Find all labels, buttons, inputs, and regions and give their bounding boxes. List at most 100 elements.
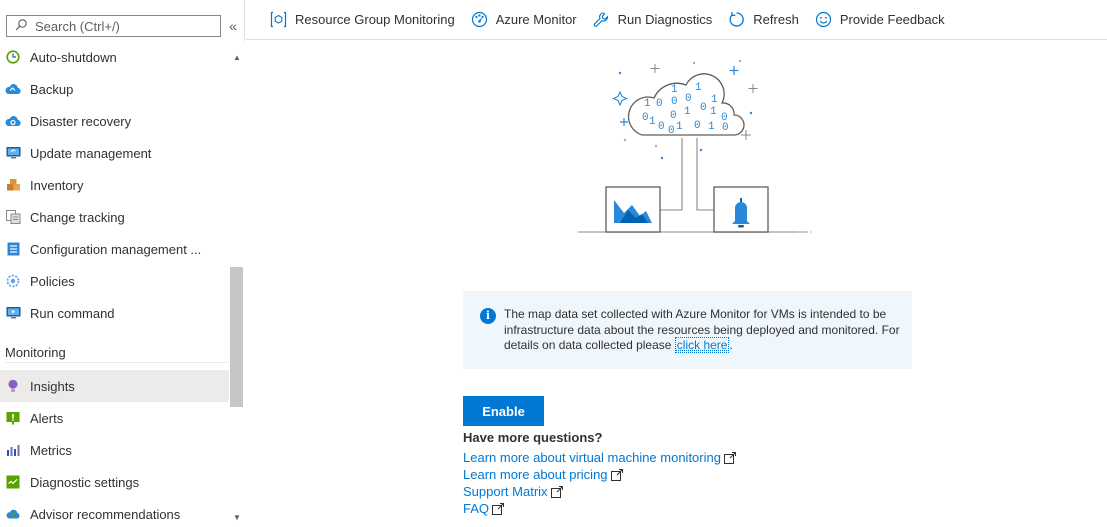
menu-item-metrics[interactable]: Metrics — [0, 434, 229, 466]
support-matrix-link[interactable]: Support Matrix — [463, 484, 563, 499]
menu-item-inventory[interactable]: Inventory — [0, 169, 229, 201]
menu-list: Auto-shutdown Backup Disaster recovery U… — [0, 41, 229, 527]
cloud-monitoring-illustration: 1 1 0 0 1 1 0 1 0 1 0 1 0 0 1 0 1 0 0 0 — [578, 59, 812, 233]
refresh-icon — [728, 11, 745, 28]
section-header-monitoring: Monitoring — [5, 345, 66, 360]
metrics-bar-icon — [5, 442, 21, 458]
menu-item-update-management[interactable]: Update management — [0, 137, 229, 169]
menu-item-change-tracking[interactable]: Change tracking — [0, 201, 229, 233]
svg-text:1: 1 — [649, 116, 656, 128]
external-link-icon — [610, 468, 623, 481]
scrollbar-thumb[interactable] — [230, 267, 243, 407]
change-tracking-icon — [5, 209, 21, 225]
policies-gear-icon — [5, 273, 21, 289]
menu-item-label: Update management — [30, 145, 152, 161]
wrench-icon — [593, 11, 610, 28]
run-command-icon — [5, 305, 21, 321]
menu-item-label: Run command — [30, 305, 115, 321]
menu-item-configuration-management[interactable]: Configuration management ... — [0, 233, 229, 265]
info-banner: i The map data set collected with Azure … — [463, 291, 912, 369]
menu-item-label: Disaster recovery — [30, 113, 132, 129]
resource-group-icon — [270, 11, 287, 28]
menu-item-label: Backup — [30, 81, 74, 97]
link-text: Learn more about virtual machine monitor… — [463, 450, 721, 465]
cloud-backup-icon — [5, 81, 21, 97]
menu-item-label: Metrics — [30, 442, 72, 458]
svg-text:0: 0 — [668, 125, 675, 137]
search-input[interactable] — [35, 18, 215, 34]
menu-item-label: Auto-shutdown — [30, 49, 117, 65]
external-link-icon — [723, 451, 736, 464]
svg-text:1: 1 — [676, 121, 683, 133]
menu-scrollbar[interactable]: ▲ ▼ — [229, 41, 245, 527]
svg-text:0: 0 — [685, 93, 692, 105]
link-text: Support Matrix — [463, 484, 548, 499]
svg-text:0: 0 — [658, 121, 665, 133]
svg-text:1: 1 — [695, 82, 702, 94]
link-text: FAQ — [463, 501, 490, 516]
insights-bulb-icon — [5, 378, 21, 394]
link-text: Learn more about pricing — [463, 467, 608, 482]
search-icon — [15, 18, 27, 34]
menu-item-label: Inventory — [30, 177, 84, 193]
menu-item-run-command[interactable]: Run command — [0, 297, 229, 329]
section-divider — [5, 362, 229, 363]
collapse-menu-button[interactable]: « — [226, 17, 240, 35]
toolbar-label: Refresh — [753, 12, 799, 27]
inventory-boxes-icon — [5, 177, 21, 193]
menu-item-label: Change tracking — [30, 209, 125, 225]
menu-item-label: Advisor recommendations — [30, 506, 181, 522]
menu-item-label: Configuration management ... — [30, 241, 202, 257]
svg-text:0: 0 — [700, 102, 707, 114]
external-link-icon — [550, 485, 563, 498]
menu-item-backup[interactable]: Backup — [0, 73, 229, 105]
smiley-icon — [815, 11, 832, 28]
toolbar-label: Provide Feedback — [839, 12, 945, 27]
svg-text:0: 0 — [671, 96, 678, 108]
menu-item-policies[interactable]: Policies — [0, 265, 229, 297]
more-questions-heading: Have more questions? — [463, 430, 603, 445]
external-link-icon — [492, 502, 505, 515]
svg-text:1: 1 — [644, 98, 651, 110]
info-text: The map data set collected with Azure Mo… — [504, 307, 904, 354]
menu-item-label: Diagnostic settings — [30, 474, 140, 490]
diagnostic-settings-icon — [5, 474, 21, 490]
resource-group-monitoring-button[interactable]: Resource Group Monitoring — [270, 0, 455, 40]
run-diagnostics-button[interactable]: Run Diagnostics — [593, 0, 713, 40]
search-box[interactable] — [6, 15, 221, 37]
learn-more-vm-monitoring-link[interactable]: Learn more about virtual machine monitor… — [463, 450, 736, 465]
menu-item-advisor-recommendations[interactable]: Advisor recommendations — [0, 498, 229, 527]
insights-content: 1 1 0 0 1 1 0 1 0 1 0 1 0 0 1 0 1 0 0 0 — [246, 41, 1107, 527]
svg-text:0: 0 — [722, 122, 729, 134]
svg-text:1: 1 — [711, 94, 718, 106]
menu-item-disaster-recovery[interactable]: Disaster recovery — [0, 105, 229, 137]
svg-text:0: 0 — [694, 120, 701, 132]
menu-item-diagnostic-settings[interactable]: Diagnostic settings — [0, 466, 229, 498]
resource-menu: « Auto-shutdown Backup Disaster recovery — [0, 0, 245, 527]
toolbar-label: Azure Monitor — [495, 12, 577, 27]
provide-feedback-button[interactable]: Provide Feedback — [815, 0, 945, 40]
scroll-up-arrow-icon[interactable]: ▲ — [229, 53, 245, 65]
cloud-recovery-icon — [5, 113, 21, 129]
refresh-button[interactable]: Refresh — [728, 0, 799, 40]
click-here-link[interactable]: click here — [674, 337, 730, 353]
toolbar-label: Run Diagnostics — [617, 12, 713, 27]
learn-more-pricing-link[interactable]: Learn more about pricing — [463, 467, 623, 482]
faq-link[interactable]: FAQ — [463, 501, 505, 516]
clock-icon — [5, 49, 21, 65]
menu-item-alerts[interactable]: Alerts — [0, 402, 229, 434]
toolbar-label: Resource Group Monitoring — [295, 12, 455, 27]
info-text-end: . — [729, 338, 733, 352]
svg-text:1: 1 — [671, 84, 678, 96]
menu-item-insights[interactable]: Insights — [0, 370, 229, 402]
menu-item-auto-shutdown[interactable]: Auto-shutdown — [0, 41, 229, 73]
scroll-down-arrow-icon[interactable]: ▼ — [229, 513, 245, 525]
enable-button[interactable]: Enable — [463, 396, 544, 426]
info-icon: i — [480, 308, 496, 324]
monitor-update-icon — [5, 145, 21, 161]
azure-monitor-icon — [471, 11, 488, 28]
menu-item-label: Policies — [30, 273, 75, 289]
svg-text:1: 1 — [684, 106, 691, 118]
svg-text:0: 0 — [642, 112, 649, 124]
azure-monitor-button[interactable]: Azure Monitor — [471, 0, 577, 40]
